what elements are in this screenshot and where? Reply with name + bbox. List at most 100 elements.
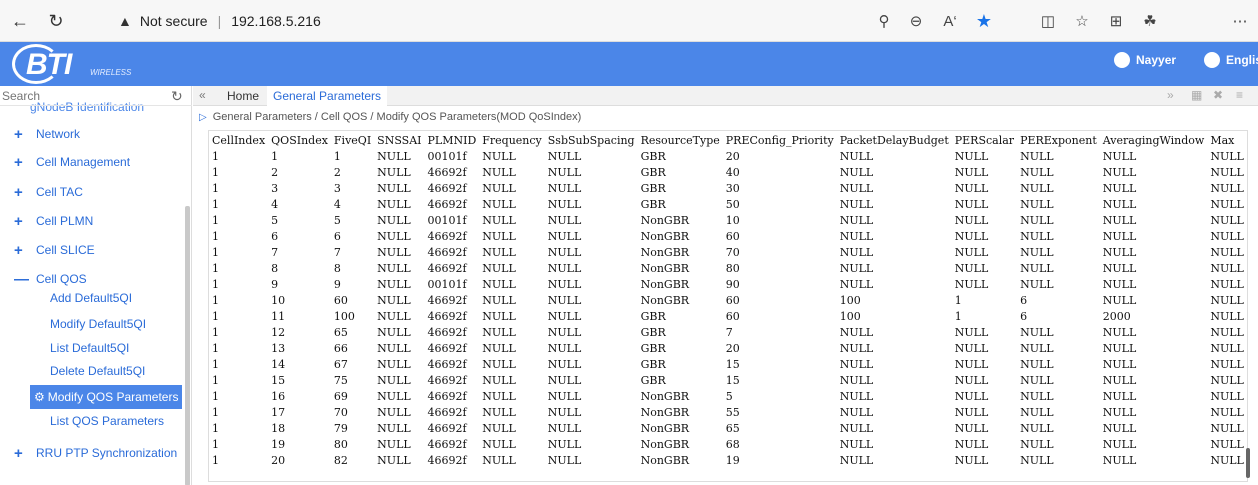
table-cell: 2000000000 [1247, 325, 1248, 341]
table-cell: 1 [212, 278, 219, 291]
table-row[interactable]: 1 7 7 NULL 46692f NULL NULL NonGBR 70 NULL NULL NUL… [209, 245, 1247, 261]
table-cell: 50 [725, 198, 740, 211]
table-cell: NULL [839, 342, 874, 355]
table-cell: 2 [271, 166, 279, 179]
table-row[interactable]: 1 17 70 NULL 46692f NULL NULL NonGBR 55 NULL NULL N… [209, 405, 1247, 421]
table-cell: 2000000000 [1247, 213, 1248, 229]
double-right-arrow-icon[interactable]: » [1167, 88, 1174, 102]
sidebar-item-rru-ptp[interactable]: + RRU PTP Synchronization [14, 442, 177, 464]
table-cell: 46692f [427, 230, 467, 243]
double-left-arrow-icon[interactable]: « [199, 88, 206, 102]
table-cell: NULL [377, 358, 411, 371]
user-menu[interactable]: Nayyer [1114, 52, 1176, 68]
table-cell: 2000000000 [1247, 373, 1248, 389]
table-row[interactable]: 1 19 80 NULL 46692f NULL NULL NonGBR 68 NULL NULL N… [209, 437, 1247, 453]
table-cell: 7 [271, 246, 279, 259]
reload-icon[interactable]: ↻ [44, 9, 68, 33]
table-cell: 2000 [1102, 310, 1131, 323]
table-cell: NULL [482, 214, 516, 227]
sub-item-list-qos-parameters[interactable]: List QOS Parameters [50, 410, 164, 432]
table-row[interactable]: 1 18 79 NULL 46692f NULL NULL NonGBR 65 NULL NULL N… [209, 421, 1247, 437]
sidebar-item-cell-slice[interactable]: + Cell SLICE [14, 239, 95, 261]
sidebar-item-network[interactable]: + Network [14, 123, 80, 145]
table-row[interactable]: 1 4 4 NULL 46692f NULL NULL GBR 50 NULL NULL NULL NU… [209, 197, 1247, 213]
table-cell: 5 [271, 214, 279, 227]
read-aloud-icon[interactable]: A‘ [938, 9, 962, 33]
table-cell: NULL [547, 230, 582, 243]
table-cell: 2000000000 [1247, 389, 1248, 405]
table-cell: NULL [547, 166, 582, 179]
sub-item-add-default5qi[interactable]: Add Default5QI [50, 287, 132, 309]
search-input[interactable] [2, 87, 162, 105]
grid-icon[interactable]: ▦ [1191, 88, 1202, 102]
zoom-out-icon[interactable]: ⊖ [904, 9, 928, 33]
key-icon[interactable]: ⚲ [872, 9, 896, 33]
sidebar-item-cell-plmn[interactable]: + Cell PLMN [14, 210, 93, 232]
table-row[interactable]: 1 2 2 NULL 46692f NULL NULL GBR 40 NULL NULL NULL NU… [209, 165, 1247, 181]
table-cell: NULL [1210, 454, 1244, 467]
more-menu-icon[interactable]: ⋯ [1228, 9, 1252, 33]
tab-general-parameters[interactable]: General Parameters [267, 86, 388, 106]
table-row[interactable]: 1 14 67 NULL 46692f NULL NULL GBR 15 NULL NULL NULL… [209, 357, 1247, 373]
table-row[interactable]: 1 6 6 NULL 46692f NULL NULL NonGBR 60 NULL NULL NUL… [209, 229, 1247, 245]
table-cell: NULL [377, 198, 411, 211]
table-cell: 46692f [427, 406, 467, 419]
table-row[interactable]: 1 20 82 NULL 46692f NULL NULL NonGBR 19 NULL NULL N… [209, 453, 1247, 469]
table-row[interactable]: 1 1 1 NULL 00101f NULL NULL GBR 20 NULL NULL NULL NU… [209, 149, 1247, 165]
table-cell: NULL [1210, 182, 1244, 195]
table-row[interactable]: 1 11 100 NULL 46692f NULL NULL GBR 60 100 1 6 2000 NU… [209, 309, 1247, 325]
extensions-icon[interactable]: ☘ [1138, 9, 1162, 33]
table-cell: NULL [547, 278, 582, 291]
settings-icon[interactable]: ≡ [1236, 88, 1243, 102]
table-cell: NULL [547, 390, 582, 403]
table-row[interactable]: 1 8 8 NULL 46692f NULL NULL NonGBR 80 NULL NULL NUL… [209, 261, 1248, 277]
table-row[interactable]: 1 15 75 NULL 46692f NULL NULL GBR 15 NULL NULL NULL… [209, 373, 1248, 389]
table-row[interactable]: 1 12 65 NULL 46692f NULL NULL GBR 7 NULL NULL NULL N… [209, 325, 1248, 341]
sub-item-list-default5qi[interactable]: List Default5QI [50, 337, 129, 359]
table-row[interactable]: 1 5 5 NULL 00101f NULL NULL NonGBR 10 NULL NULL NUL… [209, 213, 1248, 229]
favorite-star-icon[interactable]: ★ [972, 9, 996, 33]
sub-item-modify-default5qi[interactable]: Modify Default5QI [50, 313, 146, 335]
favorites-icon[interactable]: ☆ [1070, 9, 1094, 33]
sidebar-item-cell-tac[interactable]: + Cell TAC [14, 181, 83, 203]
table-cell: NULL [377, 214, 411, 227]
table-row[interactable]: 1 9 9 NULL 00101f NULL NULL NonGBR 90 NULL NULL NUL… [209, 277, 1247, 293]
sub-item-modify-qos-parameters[interactable]: ⚙ Modify QOS Parameters [30, 385, 182, 409]
table-cell: 46692f [427, 454, 467, 467]
collections-icon[interactable]: ⊞ [1104, 9, 1128, 33]
sidebar-scrollbar[interactable] [185, 206, 190, 485]
table-row[interactable]: 1 3 3 NULL 46692f NULL NULL GBR 30 NULL NULL NULL NU… [209, 181, 1247, 197]
table-scrollbar[interactable] [1246, 448, 1250, 478]
fullscreen-icon[interactable]: ✖ [1213, 88, 1223, 102]
table-cell: 46692f [427, 182, 467, 195]
table-cell: NULL [482, 454, 516, 467]
table-cell: NULL [954, 358, 989, 371]
table-cell: NULL [482, 310, 516, 323]
table-cell: NULL [954, 438, 989, 451]
table-cell: 1 [212, 374, 219, 387]
table-cell: NULL [839, 182, 874, 195]
table-row[interactable]: 1 13 66 NULL 46692f NULL NULL GBR 20 NULL NULL NULL… [209, 341, 1247, 357]
tab-home[interactable]: Home [219, 86, 269, 106]
refresh-icon[interactable]: ↻ [171, 88, 183, 105]
address-bar[interactable]: ▲ Not secure | 192.168.5.216 [118, 10, 321, 32]
table-cell: 13 [271, 342, 286, 355]
table-cell: NULL [1102, 262, 1137, 275]
back-arrow-icon[interactable]: ← [8, 9, 32, 33]
table-cell: 2000000000 [1247, 261, 1248, 277]
table-cell: 15 [725, 358, 740, 371]
split-screen-icon[interactable]: ◫ [1036, 9, 1060, 33]
table-cell: NULL [1020, 438, 1054, 451]
minus-icon: — [14, 270, 29, 288]
table-cell: NULL [1210, 278, 1244, 291]
table-cell: NULL [482, 374, 516, 387]
sub-item-delete-default5qi[interactable]: Delete Default5QI [50, 360, 145, 382]
column-header: ResourceType [640, 133, 720, 147]
table-row[interactable]: 1 16 69 NULL 46692f NULL NULL NonGBR 5 NULL NULL NU… [209, 389, 1248, 405]
table-row[interactable]: 1 10 60 NULL 46692f NULL NULL NonGBR 60 100 1 6 NULL… [209, 293, 1247, 309]
sidebar-item-cell-management[interactable]: + Cell Management [14, 151, 130, 173]
language-menu[interactable]: English [1204, 52, 1258, 68]
table-cell: NULL [954, 278, 989, 291]
table-cell: NonGBR [640, 246, 690, 259]
table-cell: NULL [1102, 374, 1137, 387]
